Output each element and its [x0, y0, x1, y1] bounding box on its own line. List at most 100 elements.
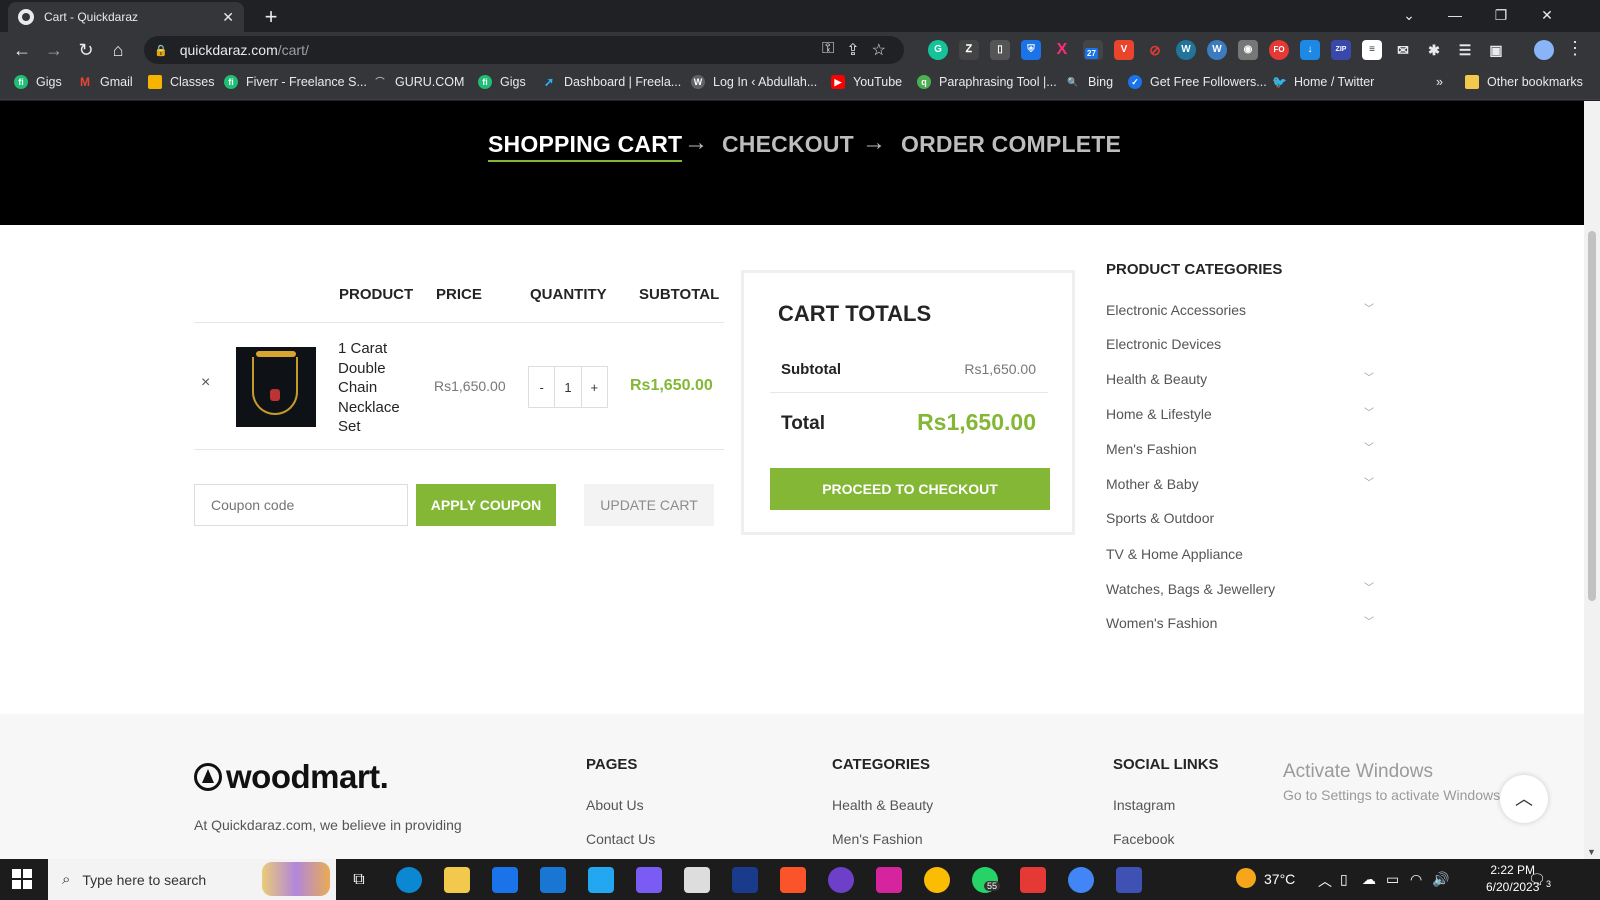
- dev-cpp-icon[interactable]: [732, 867, 758, 893]
- footer-link-facebook[interactable]: Facebook: [1113, 831, 1174, 847]
- bookmark-star-icon[interactable]: ☆: [872, 40, 886, 60]
- translate-icon[interactable]: Ꮓ: [959, 40, 979, 60]
- tray-chevron-up-icon[interactable]: ︿: [1318, 871, 1332, 891]
- apply-coupon-button[interactable]: APPLY COUPON: [416, 484, 556, 526]
- bookmark-item[interactable]: ⌒ GURU.COM: [373, 75, 464, 89]
- x-extension-icon[interactable]: X: [1052, 40, 1072, 60]
- footer-link-about[interactable]: About Us: [586, 797, 644, 813]
- scrollbar-thumb[interactable]: [1588, 231, 1596, 601]
- update-cart-button[interactable]: UPDATE CART: [584, 484, 714, 526]
- chevron-down-icon[interactable]: ﹀: [1364, 369, 1374, 384]
- side-panel-icon[interactable]: ▣: [1486, 40, 1506, 60]
- coupon-code-input[interactable]: [194, 484, 408, 526]
- quantity-input[interactable]: 1: [554, 367, 582, 407]
- chevron-down-icon[interactable]: ﹀: [1364, 404, 1374, 419]
- grammarly-icon[interactable]: G: [928, 40, 948, 60]
- tab-close-icon[interactable]: ✕: [222, 9, 234, 26]
- bookmark-item[interactable]: q Paraphrasing Tool |...: [917, 75, 1057, 89]
- bookmarks-overflow-button[interactable]: »: [1436, 75, 1443, 89]
- wordpress-icon[interactable]: W: [1176, 40, 1196, 60]
- bookmark-item[interactable]: fi Gigs: [478, 75, 526, 89]
- tab-search-icon[interactable]: ⌄: [1386, 0, 1432, 32]
- close-window-button[interactable]: ✕: [1524, 0, 1570, 32]
- volume-icon[interactable]: 🔊: [1432, 871, 1449, 888]
- footer-link-category[interactable]: Men's Fashion: [832, 831, 923, 847]
- category-item[interactable]: Health & Beauty ﹀: [1106, 371, 1374, 387]
- weather-sun-icon[interactable]: [1236, 868, 1256, 888]
- app-icon[interactable]: [636, 867, 662, 893]
- category-item[interactable]: Mother & Baby ﹀: [1106, 476, 1374, 492]
- remote-desktop-icon[interactable]: [1116, 867, 1142, 893]
- browser-tab[interactable]: Cart - Quickdaraz ✕: [8, 2, 244, 32]
- windows-start-button[interactable]: [12, 869, 32, 889]
- bookmark-item[interactable]: Classes: [148, 75, 214, 89]
- bookmark-item[interactable]: W Log In ‹ Abdullah...: [691, 75, 817, 89]
- footer-link-contact[interactable]: Contact Us: [586, 831, 655, 847]
- bookmark-item[interactable]: fi Fiverr - Freelance S...: [224, 75, 367, 89]
- page-scrollbar[interactable]: ▼: [1584, 101, 1600, 859]
- wordpress-alt-icon[interactable]: W: [1207, 40, 1227, 60]
- battery-icon[interactable]: ▭: [1386, 871, 1399, 888]
- whatsapp-icon[interactable]: 55: [972, 867, 1001, 893]
- zip-icon[interactable]: ZIP: [1331, 40, 1351, 60]
- home-icon[interactable]: ⌂: [106, 38, 130, 62]
- bookmark-item[interactable]: fi Gigs: [14, 75, 62, 89]
- category-item[interactable]: Watches, Bags & Jewellery ﹀: [1106, 581, 1374, 597]
- counter-extension-icon[interactable]: 27: [1083, 40, 1103, 60]
- forward-icon[interactable]: →: [42, 38, 66, 62]
- vscode-icon[interactable]: [588, 867, 614, 893]
- chevron-down-icon[interactable]: ﹀: [1364, 474, 1374, 489]
- reload-icon[interactable]: ↻: [74, 38, 98, 62]
- bookmark-item[interactable]: ▶ YouTube: [831, 75, 902, 89]
- restore-button[interactable]: ❐: [1478, 0, 1524, 32]
- instagram-app-icon[interactable]: [876, 867, 902, 893]
- category-item[interactable]: TV & Home Appliance: [1106, 546, 1374, 562]
- temperature[interactable]: 37°C: [1264, 871, 1295, 887]
- notifications-icon[interactable]: 🗨: [1528, 871, 1546, 888]
- chevron-down-icon[interactable]: ﹀: [1364, 300, 1374, 315]
- other-bookmarks[interactable]: Other bookmarks: [1465, 75, 1583, 89]
- bookmark-item[interactable]: ➚ Dashboard | Freela...: [542, 75, 681, 89]
- bookmark-item[interactable]: ✓ Get Free Followers...: [1128, 75, 1267, 89]
- anydesk-icon[interactable]: [1020, 867, 1046, 893]
- woodmart-logo[interactable]: woodmart.: [194, 758, 389, 796]
- bookmark-item[interactable]: 🔍 Bing: [1066, 75, 1113, 89]
- puzzle-icon[interactable]: ✱: [1424, 40, 1444, 60]
- brave-browser-icon[interactable]: [780, 867, 806, 893]
- mail-icon[interactable]: ✉: [1393, 40, 1413, 60]
- task-view-icon[interactable]: ⧉: [346, 867, 372, 893]
- remove-item-icon[interactable]: ×: [201, 374, 210, 392]
- proceed-to-checkout-button[interactable]: PROCEED TO CHECKOUT: [770, 468, 1050, 510]
- menu-dots-icon[interactable]: ⋮: [1566, 38, 1584, 59]
- footer-link-instagram[interactable]: Instagram: [1113, 797, 1175, 813]
- chevron-down-icon[interactable]: ﹀: [1364, 613, 1374, 628]
- category-item[interactable]: Electronic Accessories ﹀: [1106, 302, 1374, 318]
- taskbar-search-box[interactable]: ⌕ Type here to search: [48, 859, 336, 900]
- media-icon[interactable]: ☰: [1455, 40, 1475, 60]
- bookmark-item[interactable]: 🐦 Home / Twitter: [1272, 75, 1374, 89]
- github-desktop-icon[interactable]: [828, 867, 854, 893]
- step-checkout[interactable]: CHECKOUT: [722, 131, 854, 158]
- category-item[interactable]: Sports & Outdoor: [1106, 510, 1374, 526]
- file-explorer-icon[interactable]: [444, 867, 470, 893]
- chevron-down-icon[interactable]: ﹀: [1364, 439, 1374, 454]
- step-shopping-cart[interactable]: SHOPPING CART: [488, 131, 683, 162]
- photos-icon[interactable]: [684, 867, 710, 893]
- category-item[interactable]: Electronic Devices: [1106, 336, 1374, 352]
- notes-icon[interactable]: ≡: [1362, 40, 1382, 60]
- product-thumbnail[interactable]: [236, 347, 316, 427]
- back-icon[interactable]: ←: [10, 38, 34, 62]
- category-item[interactable]: Women's Fashion ﹀: [1106, 615, 1374, 631]
- fo-extension-icon[interactable]: FO: [1269, 40, 1289, 60]
- share-icon[interactable]: ⇪: [846, 40, 859, 60]
- microsoft-store-icon[interactable]: [492, 867, 518, 893]
- minimize-button[interactable]: —: [1432, 0, 1478, 32]
- tray-device-icon[interactable]: ▯: [1340, 871, 1348, 888]
- shield-icon[interactable]: ⛨: [1021, 40, 1041, 60]
- camera-icon[interactable]: ◉: [1238, 40, 1258, 60]
- quantity-minus-button[interactable]: -: [529, 367, 554, 407]
- download-icon[interactable]: ↓: [1300, 40, 1320, 60]
- tray-app-icon[interactable]: ☁: [1362, 871, 1376, 888]
- vpn-icon[interactable]: V: [1114, 40, 1134, 60]
- wifi-icon[interactable]: ◠: [1410, 871, 1422, 888]
